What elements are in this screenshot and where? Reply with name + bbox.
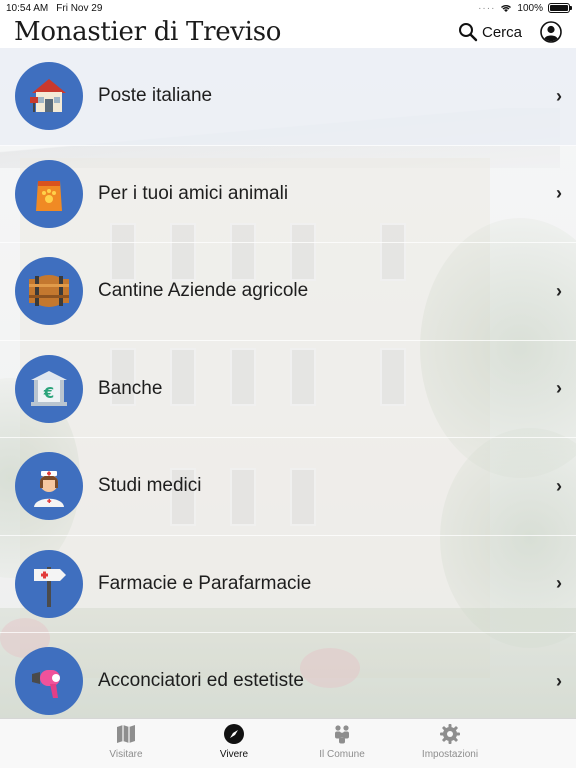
chevron-right-icon: › [556,280,562,301]
status-bar: 10:54 AM Fri Nov 29 ···· 100% [0,0,576,16]
list-item-label: Studi medici [98,475,202,497]
battery-percent: 100% [517,2,543,14]
pharmacy-sign-icon [15,549,83,618]
chevron-right-icon: › [556,85,562,106]
page-title: Monastier di Treviso [14,17,282,47]
tab-label: Impostazioni [421,749,479,760]
svg-text:€: € [43,384,54,402]
wifi-icon [501,5,512,12]
pet-food-icon [15,159,83,228]
nurse-icon [15,452,83,521]
post-office-icon [15,62,83,131]
list-item-medici[interactable]: Studi medici › [0,438,576,536]
list-item-label: Per i tuoi amici animali [98,182,289,204]
profile-icon[interactable] [540,21,562,43]
hair-dryer-icon [15,647,83,716]
chevron-right-icon: › [556,183,562,204]
list-item-farmacie[interactable]: Farmacie e Parafarmacie › [0,535,576,633]
list-item-label: Poste italiane [98,85,213,107]
chevron-right-icon: › [556,378,562,399]
app-header: Monastier di Treviso Cerca [0,16,576,48]
chevron-right-icon: › [556,475,562,496]
list-item-cantine[interactable]: Cantine Aziende agricole › [0,243,576,341]
tab-impostazioni[interactable]: Impostazioni [396,719,504,768]
list-item-banche[interactable]: € Banche › [0,340,576,438]
people-icon [335,725,349,744]
tab-vivere[interactable]: Vivere [180,719,288,768]
list-item-label: Cantine Aziende agricole [98,280,309,302]
chevron-right-icon: › [556,670,562,691]
tab-label: Visitare [109,749,143,760]
tab-visitare[interactable]: Visitare [72,719,180,768]
tab-il-comune[interactable]: Il Comune [288,719,396,768]
tab-label: Vivere [219,749,249,760]
bank-euro-icon: € [15,354,83,423]
list-item-label: Banche [98,377,163,399]
category-list: Poste italiane › Per i tuoi amici animal… [0,48,576,731]
chevron-right-icon: › [556,573,562,594]
tab-label: Il Comune [319,749,365,760]
wine-barrel-icon [15,257,83,326]
cellular-dots-icon: ···· [478,2,496,14]
battery-icon [548,3,572,13]
search-icon [458,23,478,42]
compass-icon [224,724,244,744]
list-item-animali[interactable]: Per i tuoi amici animali › [0,145,576,243]
map-icon [117,725,135,743]
list-item-label: Acconciatori ed estetiste [98,670,304,692]
list-item-label: Farmacie e Parafarmacie [98,572,312,594]
search-label: Cerca [481,23,522,41]
gear-icon [440,724,460,744]
tab-bar: Visitare Vivere Il Comune Impostazioni [0,718,576,768]
status-time: 10:54 AM [6,2,49,14]
list-item-acconciatori[interactable]: Acconciatori ed estetiste › [0,633,576,731]
status-date: Fri Nov 29 [56,2,103,14]
search-button[interactable]: Cerca [458,22,522,42]
list-item-poste[interactable]: Poste italiane › [0,48,576,146]
